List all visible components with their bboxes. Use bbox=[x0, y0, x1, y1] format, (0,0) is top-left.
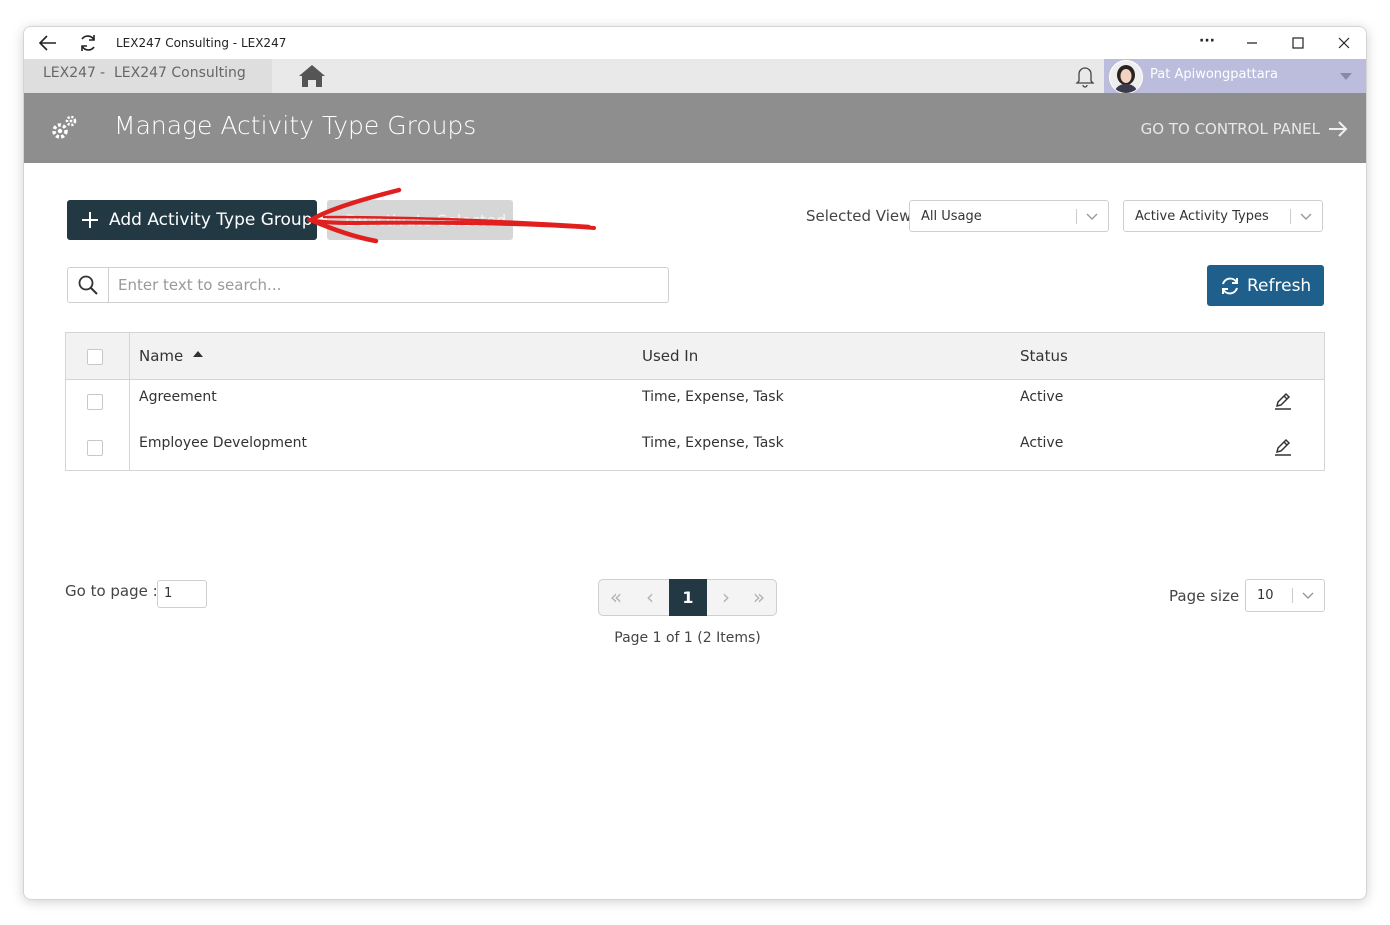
row-checkbox[interactable] bbox=[87, 440, 103, 456]
last-page-icon[interactable]: » bbox=[742, 580, 776, 615]
usage-filter-dropdown[interactable]: All Usage bbox=[909, 200, 1109, 232]
org-name: LEX247 Consulting bbox=[114, 65, 246, 81]
minimize-button[interactable] bbox=[1239, 30, 1265, 56]
gears-icon bbox=[48, 111, 82, 145]
back-arrow-icon[interactable] bbox=[36, 31, 60, 55]
go-to-control-panel-link[interactable]: GO TO CONTROL PANEL bbox=[1141, 115, 1350, 143]
page-title: Manage Activity Type Groups bbox=[114, 111, 477, 140]
breadcrumb[interactable]: LEX247 - LEX247 Consulting bbox=[24, 59, 272, 93]
cell-status: Active bbox=[1020, 435, 1064, 451]
nav-bar: LEX247 - LEX247 Consulting Pat Apiwongpa… bbox=[24, 59, 1366, 94]
title-bar: LEX247 Consulting - LEX247 ··· bbox=[24, 27, 1366, 59]
deactivate-selected-button[interactable]: Deactivate Selected bbox=[327, 200, 513, 240]
bell-icon[interactable] bbox=[1072, 63, 1098, 89]
plus-icon bbox=[81, 211, 99, 229]
refresh-label: Refresh bbox=[1247, 275, 1312, 296]
reload-icon[interactable] bbox=[76, 31, 100, 55]
page-size-value: 10 bbox=[1257, 588, 1274, 603]
app-window: LEX247 Consulting - LEX247 ··· LEX247 - … bbox=[23, 26, 1367, 900]
user-name: Pat Apiwongpattara bbox=[1150, 67, 1278, 82]
activity-type-groups-table: Name Used In Status Agreement Time, Expe… bbox=[65, 332, 1325, 471]
add-activity-type-group-button[interactable]: Add Activity Type Group bbox=[67, 200, 317, 240]
page-size-label: Page size : bbox=[1169, 587, 1249, 605]
table-row[interactable]: Employee Development Time, Expense, Task… bbox=[66, 425, 1324, 471]
column-header-used-in[interactable]: Used In bbox=[642, 347, 698, 365]
breadcrumb-separator: - bbox=[100, 65, 106, 81]
go-to-page-input[interactable]: 1 bbox=[157, 580, 207, 608]
pencil-icon[interactable] bbox=[1273, 391, 1293, 411]
arrow-right-icon bbox=[1329, 121, 1348, 137]
next-page-icon[interactable]: › bbox=[709, 580, 743, 615]
select-all-checkbox[interactable] bbox=[87, 349, 103, 365]
pager: « ‹ 1 › » bbox=[598, 579, 777, 616]
maximize-button[interactable] bbox=[1285, 30, 1311, 56]
sort-ascending-icon bbox=[193, 351, 204, 357]
more-options-button[interactable]: ··· bbox=[1194, 30, 1220, 56]
user-menu[interactable]: Pat Apiwongpattara bbox=[1104, 59, 1366, 94]
home-icon bbox=[299, 65, 325, 87]
page-info: Page 1 of 1 (2 Items) bbox=[614, 630, 761, 646]
cell-name: Agreement bbox=[139, 389, 217, 405]
home-button[interactable] bbox=[272, 59, 352, 93]
cell-used-in: Time, Expense, Task bbox=[642, 389, 784, 405]
chevron-down-icon bbox=[1086, 213, 1098, 220]
column-header-name[interactable]: Name bbox=[139, 347, 204, 365]
control-panel-label: GO TO CONTROL PANEL bbox=[1140, 120, 1320, 138]
pencil-icon[interactable] bbox=[1273, 437, 1293, 457]
chevron-down-icon bbox=[1300, 213, 1312, 220]
dropdown-separator bbox=[1290, 209, 1291, 224]
selected-view-label: Selected View bbox=[806, 207, 912, 225]
column-name-label: Name bbox=[139, 347, 184, 365]
current-page-button[interactable]: 1 bbox=[669, 579, 707, 616]
status-filter-dropdown[interactable]: Active Activity Types bbox=[1123, 200, 1323, 232]
page-size-dropdown[interactable]: 10 bbox=[1245, 579, 1325, 612]
cell-name: Employee Development bbox=[139, 435, 308, 451]
row-checkbox[interactable] bbox=[87, 394, 103, 410]
dropdown-separator bbox=[1292, 588, 1293, 603]
refresh-icon bbox=[1222, 277, 1238, 294]
go-to-page-label: Go to page : bbox=[65, 582, 158, 600]
cell-used-in: Time, Expense, Task bbox=[642, 435, 784, 451]
chevron-down-icon bbox=[1302, 592, 1314, 599]
deactivate-button-label: Deactivate Selected bbox=[345, 210, 507, 230]
search-input[interactable] bbox=[118, 276, 648, 294]
add-button-label: Add Activity Type Group bbox=[109, 210, 313, 230]
search-box bbox=[67, 267, 669, 303]
status-filter-value: Active Activity Types bbox=[1135, 209, 1269, 224]
usage-filter-value: All Usage bbox=[921, 209, 982, 224]
cell-status: Active bbox=[1020, 389, 1064, 405]
dropdown-separator bbox=[1076, 209, 1077, 224]
chevron-down-icon bbox=[1340, 73, 1352, 80]
window-title: LEX247 Consulting - LEX247 bbox=[116, 36, 287, 50]
close-button[interactable] bbox=[1331, 30, 1357, 56]
search-icon[interactable] bbox=[68, 268, 109, 302]
column-header-status[interactable]: Status bbox=[1020, 347, 1068, 365]
page-header: Manage Activity Type Groups GO TO CONTRO… bbox=[24, 93, 1366, 163]
refresh-button[interactable]: Refresh bbox=[1207, 265, 1324, 306]
first-page-icon[interactable]: « bbox=[599, 580, 633, 615]
table-row[interactable]: Agreement Time, Expense, Task Active bbox=[66, 379, 1324, 425]
previous-page-icon[interactable]: ‹ bbox=[633, 580, 667, 615]
org-short: LEX247 bbox=[43, 65, 96, 81]
avatar bbox=[1109, 60, 1143, 94]
